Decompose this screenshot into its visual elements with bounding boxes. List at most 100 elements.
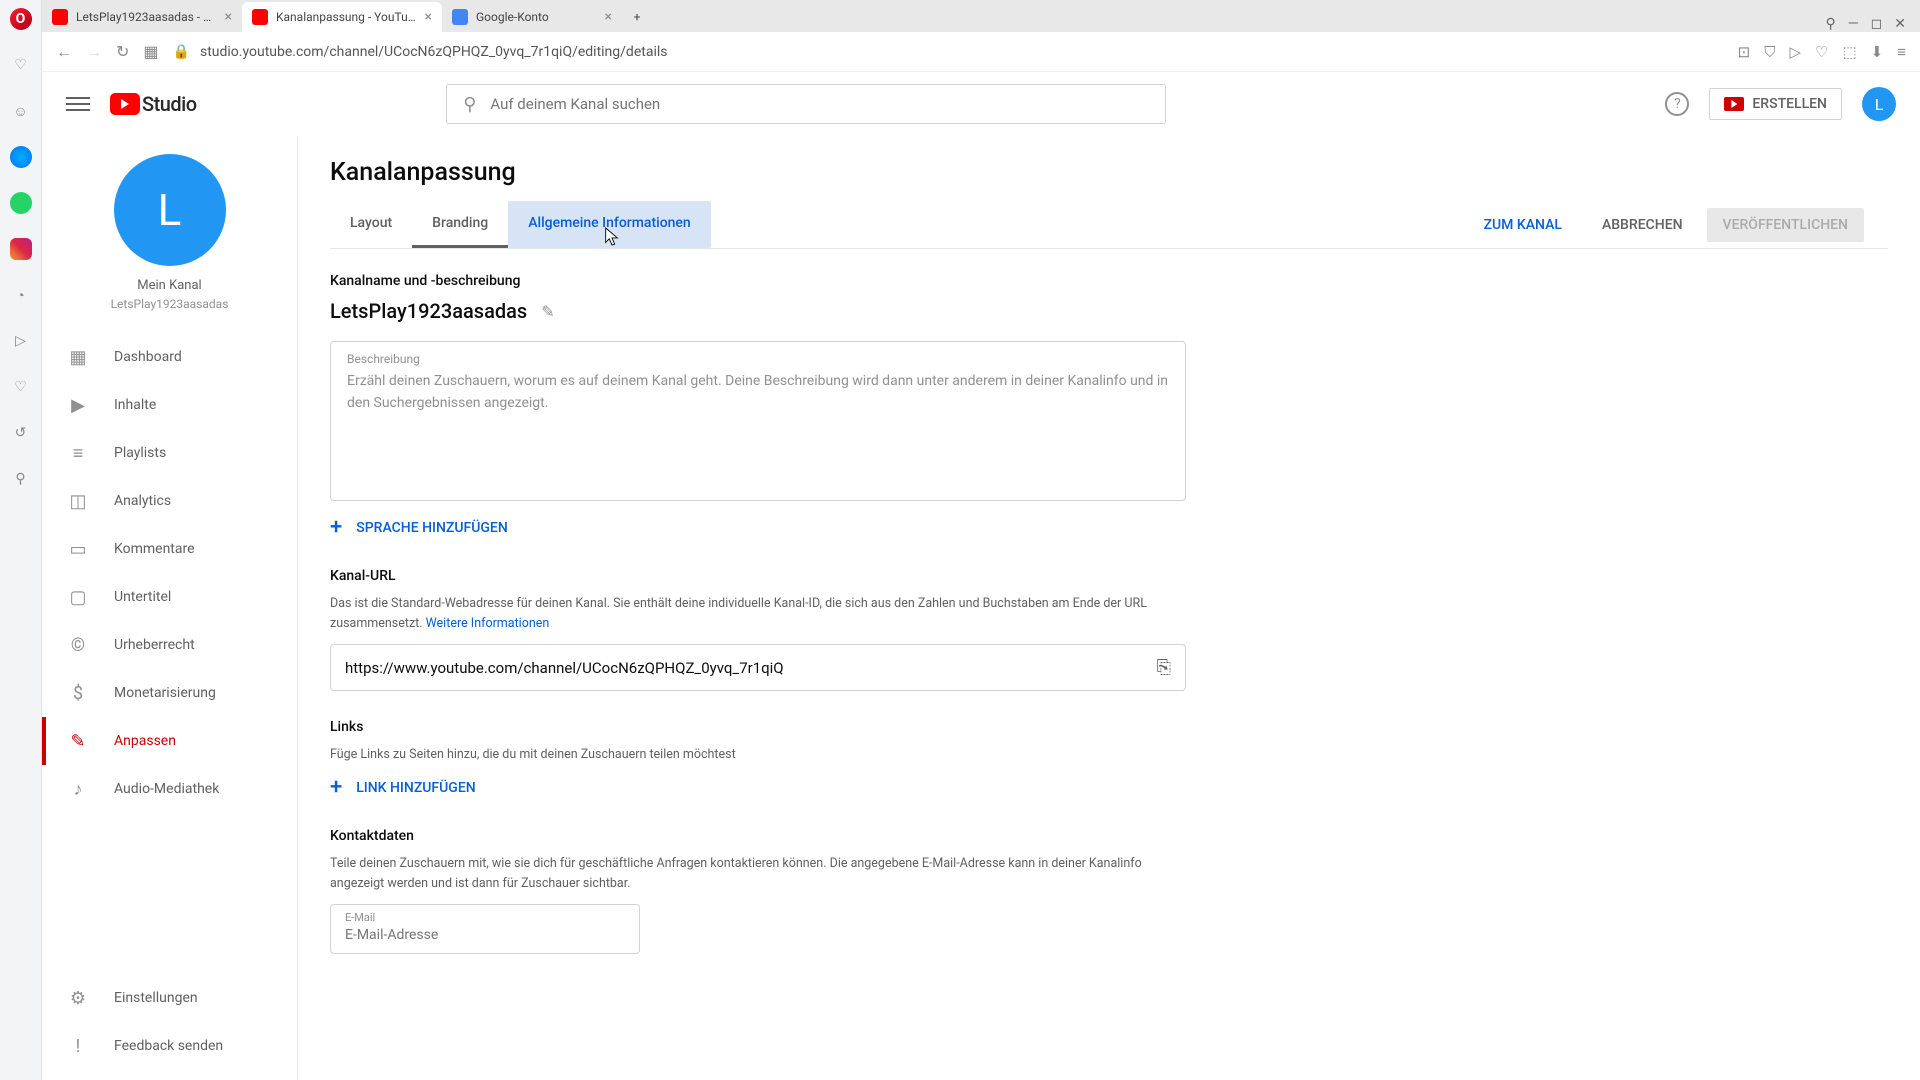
shield-icon[interactable]: ⛉	[1764, 43, 1775, 61]
customization-icon: ✎	[66, 729, 90, 753]
add-language-button[interactable]: + SPRACHE HINZUFÜGEN	[330, 515, 1186, 540]
nav-feedback[interactable]: ! Feedback senden	[42, 1022, 297, 1070]
nav-label: Feedback senden	[114, 1038, 223, 1054]
opera-clock-icon[interactable]: ◔	[10, 284, 32, 306]
tab-layout[interactable]: Layout	[330, 201, 412, 248]
monetization-icon: $	[66, 681, 90, 705]
opera-bookmark-icon[interactable]: ♡	[10, 54, 32, 76]
email-field-container[interactable]: E-Mail	[330, 904, 640, 954]
opera-play-icon[interactable]: ▷	[10, 330, 32, 352]
opera-location-icon[interactable]: ⚲	[10, 468, 32, 490]
reload-icon[interactable]: ↻	[116, 42, 129, 62]
messenger-icon[interactable]	[10, 146, 32, 168]
create-button[interactable]: ERSTELLEN	[1709, 88, 1842, 120]
forward-icon[interactable]: →	[86, 42, 102, 62]
plus-icon: +	[330, 775, 342, 800]
channel-avatar[interactable]: L	[114, 154, 226, 266]
content-body: Kanalname und -beschreibung LetsPlay1923…	[298, 249, 1218, 978]
description-field[interactable]: Beschreibung Erzähl deinen Zuschauern, w…	[330, 341, 1186, 501]
search-box[interactable]: ⚲	[446, 84, 1166, 124]
studio-header: Studio ⚲ ? ERSTELLEN L	[42, 72, 1920, 136]
close-icon[interactable]: ×	[605, 9, 612, 25]
view-channel-button[interactable]: ZUM KANAL	[1468, 208, 1578, 242]
opera-user-icon[interactable]: ☺	[10, 100, 32, 122]
nav-label: Analytics	[114, 493, 171, 509]
nav-monetization[interactable]: $Monetarisierung	[42, 669, 297, 717]
edit-icon[interactable]: ✎	[541, 302, 554, 321]
cube-icon[interactable]: ⬚	[1842, 43, 1856, 61]
main-content: Kanalanpassung Layout Branding Allgemein…	[298, 136, 1920, 1080]
menu-icon[interactable]: ≡	[1897, 43, 1906, 61]
description-placeholder: Erzähl deinen Zuschauern, worum es auf d…	[347, 370, 1169, 415]
nav-playlists[interactable]: ≡Playlists	[42, 429, 297, 477]
nav-bottom: ⚙Einstellungen ! Feedback senden	[42, 974, 297, 1070]
tab-branding[interactable]: Branding	[412, 201, 508, 248]
nav-label: Dashboard	[114, 349, 182, 365]
toolbar: Layout Branding Allgemeine Informationen…	[330, 201, 1888, 249]
browser-tab[interactable]: Google-Konto ×	[442, 2, 622, 32]
nav-label: Playlists	[114, 445, 166, 461]
help-icon[interactable]: ?	[1665, 92, 1689, 116]
copy-icon[interactable]: ⎘	[1157, 657, 1171, 678]
tab-title: Kanalanpassung - YouTube	[276, 10, 417, 24]
email-input[interactable]	[345, 927, 625, 943]
tabs: Layout Branding Allgemeine Informationen	[330, 201, 711, 248]
download-icon[interactable]: ⬇	[1871, 43, 1884, 61]
nav-dashboard[interactable]: ▦Dashboard	[42, 333, 297, 381]
nav-label: Kommentare	[114, 541, 195, 557]
instagram-icon[interactable]	[10, 238, 32, 260]
content-icon: ▶	[66, 393, 90, 417]
browser-search-icon[interactable]: ⚲	[1825, 16, 1835, 32]
url-text: studio.youtube.com/channel/UCocN6zQPHQZ_…	[200, 44, 668, 60]
back-icon[interactable]: ←	[56, 42, 72, 62]
channel-url[interactable]: https://www.youtube.com/channel/UCocN6zQ…	[345, 659, 1157, 677]
more-info-link[interactable]: Weitere Informationen	[426, 616, 550, 631]
url-field[interactable]: 🔒 studio.youtube.com/channel/UCocN6zQPHQ…	[173, 44, 1724, 60]
studio-logo[interactable]: Studio	[110, 92, 197, 116]
close-icon[interactable]: ×	[225, 9, 232, 25]
browser-tab-active[interactable]: Kanalanpassung - YouTube ×	[242, 2, 442, 32]
window-close-icon[interactable]: ✕	[1894, 16, 1906, 32]
section-links-heading: Links	[330, 719, 1186, 735]
section-name-heading: Kanalname und -beschreibung	[330, 273, 1186, 289]
add-link-label: LINK HINZUFÜGEN	[356, 780, 475, 796]
cancel-button[interactable]: ABBRECHEN	[1586, 208, 1699, 242]
tab-title: LetsPlay1923aasadas - You	[76, 10, 217, 24]
browser-tab[interactable]: LetsPlay1923aasadas - You ×	[42, 2, 242, 32]
nav-settings[interactable]: ⚙Einstellungen	[42, 974, 297, 1022]
opera-logo-icon[interactable]: O	[10, 8, 32, 30]
search-input[interactable]	[490, 95, 1149, 113]
whatsapp-icon[interactable]	[10, 192, 32, 214]
feedback-icon: !	[66, 1034, 90, 1058]
description-label: Beschreibung	[347, 352, 1169, 366]
heart-icon[interactable]: ♡	[1815, 43, 1828, 61]
speed-dial-icon[interactable]: ▦	[143, 42, 158, 62]
nav-comments[interactable]: ▭ Kommentare	[42, 525, 297, 573]
nav-label: Anpassen	[114, 733, 176, 749]
opera-history-icon[interactable]: ↺	[10, 422, 32, 444]
nav-subtitles[interactable]: ▢Untertitel	[42, 573, 297, 621]
email-label: E-Mail	[345, 911, 625, 924]
opera-heart-icon[interactable]: ♡	[10, 376, 32, 398]
window-minimize-icon[interactable]: —	[1848, 16, 1859, 32]
send-icon[interactable]: ▷	[1789, 43, 1801, 61]
new-tab-button[interactable]: +	[622, 2, 652, 32]
add-link-button[interactable]: + LINK HINZUFÜGEN	[330, 775, 1186, 800]
nav-label: Audio-Mediathek	[114, 781, 219, 797]
hamburger-icon[interactable]	[66, 92, 90, 116]
window-maximize-icon[interactable]: ◻	[1871, 16, 1883, 32]
nav-customization[interactable]: ✎ Anpassen	[42, 717, 297, 765]
section-contact-heading: Kontaktdaten	[330, 828, 1186, 844]
nav-content[interactable]: ▶Inhalte	[42, 381, 297, 429]
page-title: Kanalanpassung	[330, 158, 1888, 187]
nav-copyright[interactable]: ©Urheberrecht	[42, 621, 297, 669]
plus-icon: +	[330, 515, 342, 540]
nav-analytics[interactable]: ◫Analytics	[42, 477, 297, 525]
nav-audio[interactable]: ♪Audio-Mediathek	[42, 765, 297, 813]
avatar[interactable]: L	[1862, 87, 1896, 121]
camera-icon[interactable]: ⊡	[1738, 43, 1751, 61]
close-icon[interactable]: ×	[425, 9, 432, 25]
tab-basic-info[interactable]: Allgemeine Informationen	[508, 201, 710, 248]
comments-icon: ▭	[66, 537, 90, 561]
create-label: ERSTELLEN	[1752, 96, 1827, 112]
